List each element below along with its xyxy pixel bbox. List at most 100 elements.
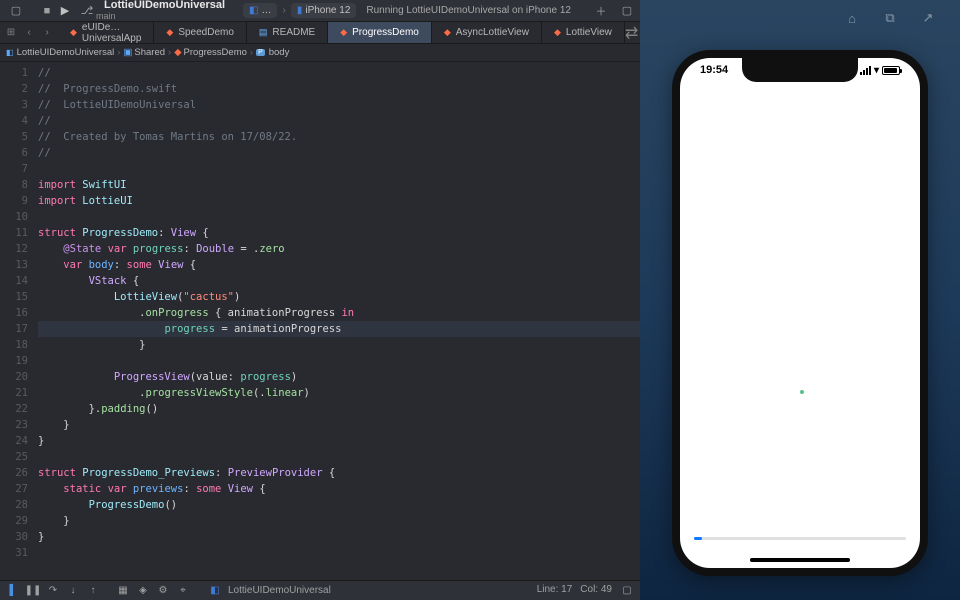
line-number: 18 <box>0 337 28 353</box>
code-line[interactable]: struct ProgressDemo_Previews: PreviewPro… <box>38 465 640 481</box>
code-line[interactable]: // Created by Tomas Martins on 17/08/22. <box>38 129 640 145</box>
code-line[interactable]: VStack { <box>38 273 640 289</box>
tab-readme[interactable]: ▤README <box>247 22 328 43</box>
tab-progressdemo[interactable]: ◆ProgressDemo <box>328 22 432 43</box>
related-items-icon[interactable]: ⊞ <box>3 25 19 41</box>
pause-icon[interactable]: ❚❚ <box>26 584 40 598</box>
step-over-icon[interactable]: ↷ <box>46 584 60 598</box>
jump-bar[interactable]: ◧ LottieUIDemoUniversal › ▣ Shared › ◆ P… <box>0 44 640 62</box>
sidebar-toggle-icon[interactable]: ▢ <box>7 2 25 20</box>
debug-view-icon[interactable]: ▦ <box>116 584 130 598</box>
code-line[interactable]: static var previews: some View { <box>38 481 640 497</box>
line-number: 24 <box>0 433 28 449</box>
cursor-col-label: Col: 49 <box>580 584 612 598</box>
breakpoint-icon[interactable]: ▌ <box>6 584 20 598</box>
project-branch: main <box>96 12 225 21</box>
code-line[interactable]: } <box>38 337 640 353</box>
code-line[interactable]: progress = animationProgress <box>38 321 640 337</box>
folder-icon: ▣ <box>123 47 132 58</box>
destination-label: iPhone 12 <box>305 5 350 16</box>
code-line[interactable]: }.padding() <box>38 401 640 417</box>
code-line[interactable]: } <box>38 433 640 449</box>
tab-speeddemo[interactable]: ◆SpeedDemo <box>154 22 247 43</box>
battery-icon <box>882 66 900 75</box>
code-line[interactable]: // <box>38 113 640 129</box>
bc-project[interactable]: LottieUIDemoUniversal <box>17 47 115 58</box>
line-number: 3 <box>0 97 28 113</box>
line-number: 5 <box>0 129 28 145</box>
code-line[interactable] <box>38 161 640 177</box>
tab-label: AsyncLottieView <box>456 27 529 38</box>
cursor-line-label: Line: 17 <box>537 584 573 598</box>
swift-icon: ◆ <box>444 27 451 38</box>
bc-symbol[interactable]: body <box>269 47 290 58</box>
screenshot-icon[interactable]: ⧉ <box>882 10 898 26</box>
code-line[interactable]: } <box>38 513 640 529</box>
tab-lottieview[interactable]: ◆LottieView <box>542 22 625 43</box>
env-icon[interactable]: ⚙ <box>156 584 170 598</box>
code-line[interactable]: // LottieUIDemoUniversal <box>38 97 640 113</box>
code-line[interactable]: import LottieUI <box>38 193 640 209</box>
code-content[interactable]: //// ProgressDemo.swift// LottieUIDemoUn… <box>34 62 640 580</box>
code-line[interactable]: } <box>38 529 640 545</box>
panel-toggle-icon[interactable]: ▢ <box>620 584 634 598</box>
cellular-icon <box>860 66 871 75</box>
device-icon: ▮ <box>297 5 303 16</box>
step-out-icon[interactable]: ↑ <box>86 584 100 598</box>
bc-folder[interactable]: Shared <box>134 47 165 58</box>
project-icon: ◧ <box>6 48 14 57</box>
code-line[interactable]: ProgressDemo() <box>38 497 640 513</box>
line-number: 21 <box>0 385 28 401</box>
tab-euide-universalapp[interactable]: ◆eUIDe…UniversalApp <box>58 22 154 43</box>
code-line[interactable]: @State var progress: Double = .zero <box>38 241 640 257</box>
line-number: 30 <box>0 529 28 545</box>
code-line[interactable]: ProgressView(value: progress) <box>38 369 640 385</box>
external-icon[interactable]: ↗ <box>920 10 936 26</box>
run-button[interactable]: ▶ <box>56 2 74 20</box>
stop-button[interactable]: ■ <box>38 2 56 20</box>
project-title-block: LottieUIDemoUniversal main <box>96 0 225 21</box>
tab-label: eUIDe…UniversalApp <box>82 22 141 44</box>
scheme-label: … <box>261 5 271 16</box>
code-line[interactable] <box>38 449 640 465</box>
bc-file[interactable]: ProgressDemo <box>184 47 247 58</box>
lottie-animation-dot <box>800 390 804 394</box>
code-line[interactable]: // ProgressDemo.swift <box>38 81 640 97</box>
scheme-icon[interactable]: ⎇ <box>78 2 96 20</box>
memory-icon[interactable]: ◈ <box>136 584 150 598</box>
code-line[interactable]: struct ProgressDemo: View { <box>38 225 640 241</box>
symbol-kind-badge: P <box>256 49 265 56</box>
swift-icon: ◆ <box>174 47 181 58</box>
destination-pill[interactable]: ▮ iPhone 12 <box>291 3 357 18</box>
code-line[interactable]: LottieView("cactus") <box>38 289 640 305</box>
forward-icon[interactable]: › <box>39 25 55 41</box>
wifi-icon: ▾ <box>874 65 879 76</box>
code-line[interactable] <box>38 353 640 369</box>
line-number: 2 <box>0 81 28 97</box>
code-line[interactable]: .progressViewStyle(.linear) <box>38 385 640 401</box>
code-line[interactable]: } <box>38 417 640 433</box>
tab-label: ProgressDemo <box>352 27 419 38</box>
tab-asynclottieview[interactable]: ◆ AsyncLottieView <box>432 22 542 43</box>
location-icon[interactable]: ⌖ <box>176 584 190 598</box>
back-icon[interactable]: ‹ <box>21 25 37 41</box>
code-line[interactable] <box>38 545 640 561</box>
line-number: 26 <box>0 465 28 481</box>
add-tab-icon[interactable]: ＋ <box>592 2 610 20</box>
adjust-editor-icon[interactable]: ⇄ <box>625 23 638 43</box>
code-line[interactable]: .onProgress { animationProgress in <box>38 305 640 321</box>
code-line[interactable] <box>38 209 640 225</box>
markdown-icon: ▤ <box>259 27 268 38</box>
code-line[interactable]: // <box>38 145 640 161</box>
code-line[interactable]: // <box>38 65 640 81</box>
step-into-icon[interactable]: ↓ <box>66 584 80 598</box>
home-icon[interactable]: ⌂ <box>844 10 860 26</box>
code-editor[interactable]: 1234567891011121314151617181920212223242… <box>0 62 640 580</box>
scheme-destination[interactable]: ◧ … › ▮ iPhone 12 <box>243 3 356 18</box>
code-line[interactable]: var body: some View { <box>38 257 640 273</box>
swift-icon: ◆ <box>554 27 561 38</box>
scheme-pill[interactable]: ◧ … <box>243 3 277 18</box>
iphone-screen[interactable]: 19:54 ▾ <box>680 58 920 568</box>
library-icon[interactable]: ▢ <box>618 2 636 20</box>
code-line[interactable]: import SwiftUI <box>38 177 640 193</box>
